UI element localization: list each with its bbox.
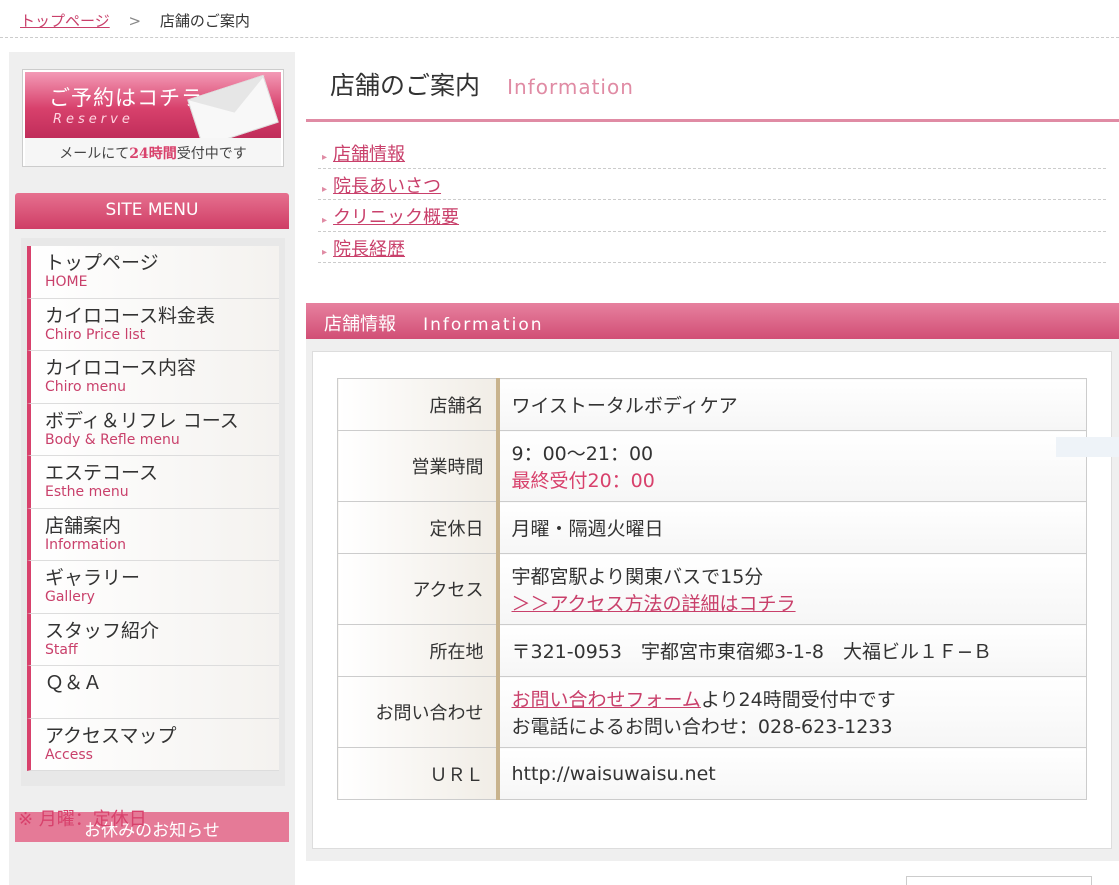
- menu-item-sublabel: Esthe menu: [45, 484, 129, 500]
- contact-suffix: より24時間受付中です: [700, 689, 896, 711]
- info-panel-inner: 店舗名 ワイストータルボディケア 営業時間 9：00～21：00 最終受付20：…: [312, 351, 1112, 849]
- reserve-subtitle: Reserve: [53, 112, 134, 127]
- access-detail-link[interactable]: ＞＞アクセス方法の詳細はコチラ: [512, 593, 796, 615]
- menu-item-label: ギャラリー: [45, 567, 141, 589]
- sidebar: ご予約はコチラ Reserve メールにて24時間受付中です SITE MENU…: [9, 52, 295, 885]
- menu-item-information[interactable]: 店舗案内 Information: [27, 508, 279, 561]
- menu-item-sublabel: Access: [45, 746, 93, 763]
- info-value: 月曜・隔週火曜日: [497, 501, 1087, 554]
- page-top-button[interactable]: [906, 876, 1092, 885]
- contact-line: お問い合わせフォームより24時間受付中です: [512, 685, 1075, 712]
- breadcrumb-current: 店舗のご案内: [159, 12, 250, 30]
- info-value: 9：00～21：00 最終受付20：00: [497, 430, 1087, 502]
- section-heading: 店舗情報 Information: [306, 303, 1119, 339]
- menu-item-sublabel: HOME: [45, 274, 88, 290]
- anchor-link-row: ▸ 院長あいさつ: [318, 169, 1106, 200]
- anchor-link-row: ▸ クリニック概要: [318, 200, 1106, 232]
- reserve-banner-top: ご予約はコチラ Reserve: [25, 72, 281, 138]
- reserve-banner[interactable]: ご予約はコチラ Reserve メールにて24時間受付中です: [22, 69, 284, 167]
- page-title-en: Information: [507, 75, 634, 99]
- last-order-value: 最終受付20：00: [511, 470, 655, 492]
- arrow-right-icon: ▸: [322, 215, 328, 226]
- menu-item-sublabel: Information: [45, 536, 127, 553]
- menu-item-access[interactable]: アクセスマップ Access: [27, 718, 279, 771]
- page-title: 店舗のご案内: [330, 71, 481, 100]
- info-key: 定休日: [337, 501, 500, 554]
- info-key: ＵＲＬ: [337, 747, 500, 800]
- section-title: 店舗情報: [324, 314, 396, 335]
- holiday-notice: ※ 月曜：定休日: [18, 809, 147, 830]
- reserve-title: ご予約はコチラ: [49, 86, 203, 110]
- info-key: お問い合わせ: [337, 676, 500, 748]
- info-key: 所在地: [337, 624, 500, 677]
- table-row: 定休日 月曜・隔週火曜日: [337, 501, 1087, 554]
- arrow-right-icon: ▸: [322, 246, 328, 258]
- info-key: アクセス: [337, 553, 500, 625]
- anchor-link-row: ▸ 店舗情報: [318, 137, 1106, 169]
- menu-item-label: カイロコース内容: [45, 357, 197, 379]
- menu-item-sublabel: Chiro Price list: [45, 326, 146, 343]
- menu-item-qa[interactable]: Ｑ＆Ａ: [27, 666, 279, 719]
- menu-item-staff[interactable]: スタッフ紹介 Staff: [27, 613, 279, 666]
- menu-item-label: アクセスマップ: [45, 724, 177, 747]
- access-value: 宇都宮駅より関東バスで15分: [511, 566, 764, 588]
- reserve-note-pre: メールにて: [59, 146, 130, 162]
- faded-overlay: [1056, 437, 1119, 457]
- menu-item-sublabel: Gallery: [45, 589, 95, 605]
- hours-value: 9：00～21：00: [511, 443, 654, 465]
- menu-item-label: トップページ: [45, 252, 159, 274]
- menu-item-chiro-menu[interactable]: カイロコース内容 Chiro menu: [27, 351, 279, 404]
- reserve-note-highlight: 24時間: [129, 146, 177, 162]
- info-key: 店舗名: [337, 378, 500, 431]
- anchor-link-career[interactable]: 院長経歴: [333, 239, 405, 260]
- menu-item-label: カイロコース料金表: [45, 304, 216, 327]
- table-row: 店舗名 ワイストータルボディケア: [337, 378, 1087, 431]
- menu-item-label: ボディ＆リフレ コース: [45, 409, 239, 432]
- breadcrumb: トップページ > 店舗のご案内: [0, 0, 1119, 38]
- menu-item-label: エステコース: [45, 462, 159, 484]
- menu-item-label: Ｑ＆Ａ: [45, 672, 103, 694]
- table-row: 所在地 〒321-0953 宇都宮市東宿郷3-1-8 大福ビル１Ｆ−Ｂ: [337, 624, 1087, 677]
- info-value: ワイストータルボディケア: [497, 378, 1087, 431]
- info-value: 宇都宮駅より関東バスで15分 ＞＞アクセス方法の詳細はコチラ: [497, 553, 1087, 625]
- menu-item-home[interactable]: トップページ HOME: [27, 246, 279, 299]
- anchor-links: ▸ 店舗情報 ▸ 院長あいさつ ▸ クリニック概要 ▸ 院長経歴: [318, 137, 1106, 263]
- menu-item-sublabel: Body & Refle menu: [45, 431, 180, 448]
- menu-item-gallery[interactable]: ギャラリー Gallery: [27, 561, 279, 614]
- reserve-note-post: 受付中です: [176, 146, 247, 162]
- contact-form-link[interactable]: お問い合わせフォーム: [512, 689, 701, 711]
- menu-item-chiro-price[interactable]: カイロコース料金表 Chiro Price list: [27, 298, 279, 351]
- site-menu-heading: SITE MENU: [15, 193, 289, 229]
- anchor-link-shop-info[interactable]: 店舗情報: [333, 144, 405, 165]
- info-panel: 店舗名 ワイストータルボディケア 営業時間 9：00～21：00 最終受付20：…: [306, 339, 1119, 861]
- table-row: アクセス 宇都宮駅より関東バスで15分 ＞＞アクセス方法の詳細はコチラ: [337, 553, 1087, 625]
- table-row: お問い合わせ お問い合わせフォームより24時間受付中です お電話によるお問い合わ…: [337, 676, 1087, 748]
- info-value: 〒321-0953 宇都宮市東宿郷3-1-8 大福ビル１Ｆ−Ｂ: [497, 624, 1087, 677]
- menu-item-sublabel: Staff: [45, 641, 78, 658]
- anchor-link-clinic[interactable]: クリニック概要: [333, 207, 459, 228]
- table-row: ＵＲＬ http://waisuwaisu.net: [337, 747, 1087, 800]
- reserve-note: メールにて24時間受付中です: [25, 138, 281, 166]
- page-header: 店舗のご案内 Information: [306, 52, 1119, 122]
- info-table: 店舗名 ワイストータルボディケア 営業時間 9：00～21：00 最終受付20：…: [337, 378, 1087, 800]
- table-row: 営業時間 9：00～21：00 最終受付20：00: [337, 430, 1087, 502]
- arrow-right-icon: ▸: [322, 183, 328, 195]
- info-key: 営業時間: [337, 430, 500, 502]
- section-title-en: Information: [423, 315, 544, 335]
- anchor-link-row: ▸ 院長経歴: [318, 232, 1106, 263]
- menu-item-esthe[interactable]: エステコース Esthe menu: [27, 456, 279, 509]
- menu-item-body-refle[interactable]: ボディ＆リフレ コース Body & Refle menu: [27, 403, 279, 456]
- contact-phone: お電話によるお問い合わせ：028-623-1233: [511, 716, 893, 738]
- anchor-link-greeting[interactable]: 院長あいさつ: [333, 176, 441, 197]
- info-value: http://waisuwaisu.net: [497, 747, 1087, 800]
- site-menu: トップページ HOME カイロコース料金表 Chiro Price list カイロ…: [21, 238, 285, 786]
- info-value: お問い合わせフォームより24時間受付中です お電話によるお問い合わせ：028-6…: [497, 676, 1087, 748]
- breadcrumb-home-link[interactable]: トップページ: [20, 12, 110, 30]
- breadcrumb-separator: >: [128, 12, 142, 30]
- menu-item-sublabel: Chiro menu: [45, 379, 126, 395]
- arrow-right-icon: ▸: [322, 152, 328, 163]
- menu-item-label: スタッフ紹介: [45, 619, 160, 642]
- menu-item-label: 店舗案内: [45, 514, 122, 537]
